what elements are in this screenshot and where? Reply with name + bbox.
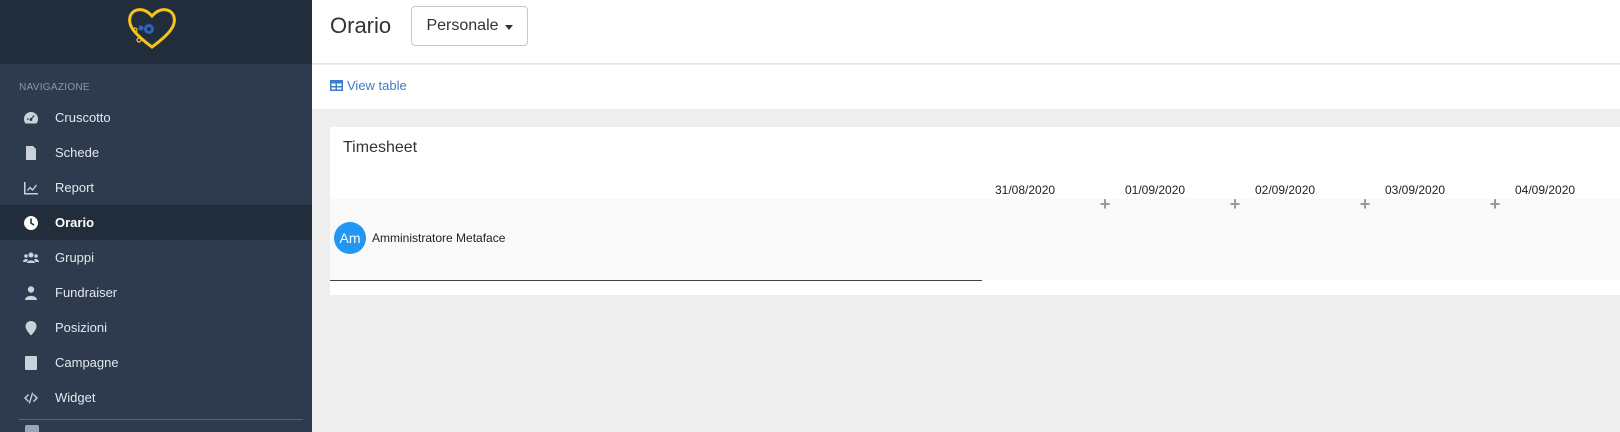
row-divider bbox=[330, 280, 982, 281]
sidebar-item-label: Posizioni bbox=[55, 320, 108, 335]
add-entry-plus-icon[interactable]: + bbox=[1488, 195, 1502, 213]
sidebar-item-gruppi[interactable]: Gruppi bbox=[0, 240, 312, 275]
page-title: Orario bbox=[330, 13, 392, 38]
dropdown-value: Personale bbox=[426, 17, 499, 34]
timesheet-title: Timesheet bbox=[343, 139, 418, 156]
sidebar-item-label: Cruscotto bbox=[55, 110, 111, 125]
clock-icon bbox=[23, 215, 39, 231]
nav-list: Cruscotto Schede Report Orario Gruppi Fu… bbox=[0, 100, 312, 415]
timesheet-card: Timesheet 31/08/2020 01/09/2020 02/09/20… bbox=[330, 127, 1620, 295]
date-header: 02/09/2020 bbox=[1255, 183, 1316, 197]
logo-bar bbox=[0, 0, 312, 64]
sidebar-divider bbox=[19, 419, 303, 420]
gauge-icon bbox=[23, 110, 39, 126]
nav-section-header: NAVIGAZIONE bbox=[19, 82, 90, 93]
document-icon bbox=[23, 145, 39, 161]
sidebar-item-posizioni[interactable]: Posizioni bbox=[0, 310, 312, 345]
sidebar-item-report[interactable]: Report bbox=[0, 170, 312, 205]
sidebar-item-label: Gruppi bbox=[55, 250, 95, 265]
sidebar: NAVIGAZIONE Cruscotto Schede Report Orar… bbox=[0, 0, 312, 432]
date-header: 01/09/2020 bbox=[1125, 183, 1186, 197]
add-entry-plus-icon[interactable]: + bbox=[1228, 195, 1242, 213]
sidebar-item-label: Fundraiser bbox=[55, 285, 118, 300]
sidebar-item-campagne[interactable]: Campagne bbox=[0, 345, 312, 380]
date-header: 04/09/2020 bbox=[1515, 183, 1576, 197]
sidebar-item-widget[interactable]: Widget bbox=[0, 380, 312, 415]
add-entry-plus-icon[interactable]: + bbox=[1358, 195, 1372, 213]
code-icon bbox=[23, 390, 39, 406]
page-header: Orario Personale bbox=[312, 0, 1620, 64]
caret-down-icon bbox=[504, 24, 513, 30]
chart-line-icon bbox=[23, 180, 39, 196]
view-table-link[interactable]: View table bbox=[330, 78, 407, 93]
sidebar-item-fundraiser[interactable]: Fundraiser bbox=[0, 275, 312, 310]
table-icon bbox=[330, 80, 343, 91]
table-row bbox=[330, 199, 1620, 280]
toolbar: View table bbox=[312, 65, 1620, 109]
add-entry-plus-icon[interactable]: + bbox=[1098, 195, 1112, 213]
sidebar-item-label: Widget bbox=[55, 390, 96, 405]
sidebar-item-label: Schede bbox=[55, 145, 100, 160]
view-mode-dropdown[interactable]: Personale bbox=[411, 6, 528, 46]
sidebar-item-cruscotto[interactable]: Cruscotto bbox=[0, 100, 312, 135]
user-icon bbox=[23, 285, 39, 301]
users-icon bbox=[23, 250, 39, 266]
sidebar-item-label: Campagne bbox=[55, 355, 119, 370]
user-name: Amministratore Metaface bbox=[372, 231, 506, 245]
sidebar-item-schede[interactable]: Schede bbox=[0, 135, 312, 170]
next-item-icon bbox=[25, 425, 39, 432]
date-header: 03/09/2020 bbox=[1385, 183, 1446, 197]
view-table-label: View table bbox=[347, 78, 407, 93]
sidebar-item-label: Orario bbox=[55, 215, 95, 230]
map-pin-icon bbox=[23, 320, 39, 336]
sidebar-item-orario[interactable]: Orario bbox=[0, 205, 312, 240]
sidebar-item-label: Report bbox=[55, 180, 95, 195]
tablet-icon bbox=[23, 355, 39, 371]
date-header: 31/08/2020 bbox=[995, 183, 1056, 197]
logo-heart-gear-icon[interactable] bbox=[125, 5, 179, 51]
avatar: Am bbox=[334, 222, 366, 254]
